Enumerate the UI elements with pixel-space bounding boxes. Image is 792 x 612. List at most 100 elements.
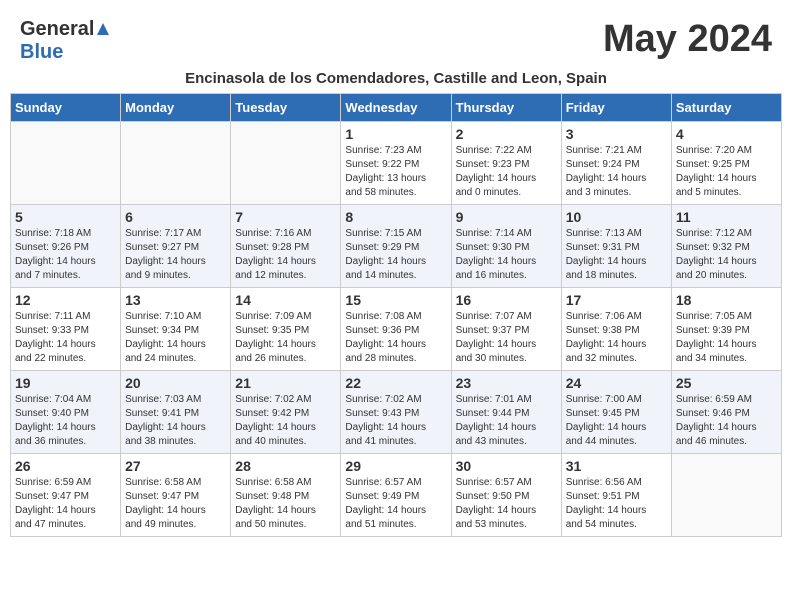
day-number: 5 [15,209,116,225]
day-header-saturday: Saturday [671,94,781,122]
logo-triangle-icon [97,23,109,35]
day-info: Sunrise: 7:02 AM Sunset: 9:42 PM Dayligh… [235,393,336,449]
day-info: Sunrise: 7:13 AM Sunset: 9:31 PM Dayligh… [566,227,667,283]
calendar-cell [11,122,121,205]
calendar-cell: 8Sunrise: 7:15 AM Sunset: 9:29 PM Daylig… [341,205,451,288]
day-header-sunday: Sunday [11,94,121,122]
day-number: 26 [15,458,116,474]
calendar-cell: 24 Sunrise: 7:00 AM Sunset: 9:45 PM Dayli… [561,371,671,454]
day-number: 24 [566,375,667,391]
day-header-tuesday: Tuesday [231,94,341,122]
day-number: 19 [15,375,116,391]
day-number: 21 [235,375,336,391]
day-number: 15 [345,292,446,308]
day-number: 28 [235,458,336,474]
day-header-friday: Friday [561,94,671,122]
logo-blue-text: Blue [20,41,63,63]
day-info: Sunrise: 7:03 AM Sunset: 9:41 PM Dayligh… [125,393,226,449]
calendar-cell [231,122,341,205]
day-info: Sunrise: 7:22 AM Sunset: 9:23 PM Dayligh… [456,144,557,200]
calendar-cell: 27 Sunrise: 6:58 AM Sunset: 9:47 PM Dayli… [121,454,231,537]
day-header-wednesday: Wednesday [341,94,451,122]
day-info: Sunrise: 6:59 AM Sunset: 9:47 PM Dayligh… [15,476,116,532]
day-header-monday: Monday [121,94,231,122]
calendar-cell: 13 Sunrise: 7:10 AM Sunset: 9:34 PM Dayli… [121,288,231,371]
calendar-cell [121,122,231,205]
day-info: Sunrise: 7:20 AM Sunset: 9:25 PM Dayligh… [676,144,777,200]
day-number: 2 [456,126,557,142]
day-info: Sunrise: 7:02 AM Sunset: 9:43 PM Dayligh… [345,393,446,449]
calendar-cell: 29 Sunrise: 6:57 AM Sunset: 9:49 PM Dayli… [341,454,451,537]
calendar-cell: 10 Sunrise: 7:13 AM Sunset: 9:31 PM Dayli… [561,205,671,288]
day-info: Sunrise: 6:58 AM Sunset: 9:48 PM Dayligh… [235,476,336,532]
day-number: 8 [345,209,446,225]
calendar-table: SundayMondayTuesdayWednesdayThursdayFrid… [10,93,782,537]
calendar-cell: 7 Sunrise: 7:16 AM Sunset: 9:28 PM Daylig… [231,205,341,288]
day-number: 1 [345,126,446,142]
day-number: 6 [125,209,226,225]
calendar-cell: 4 Sunrise: 7:20 AM Sunset: 9:25 PM Daylig… [671,122,781,205]
day-info: Sunrise: 7:14 AM Sunset: 9:30 PM Dayligh… [456,227,557,283]
day-number: 25 [676,375,777,391]
logo-general-text: General [20,18,94,41]
day-number: 7 [235,209,336,225]
day-number: 3 [566,126,667,142]
day-info: Sunrise: 7:06 AM Sunset: 9:38 PM Dayligh… [566,310,667,366]
day-info: Sunrise: 7:23 AM Sunset: 9:22 PM Dayligh… [345,144,446,200]
calendar-cell: 9 Sunrise: 7:14 AM Sunset: 9:30 PM Daylig… [451,205,561,288]
day-number: 22 [345,375,446,391]
calendar-cell: 31 Sunrise: 6:56 AM Sunset: 9:51 PM Dayli… [561,454,671,537]
calendar-cell: 22 Sunrise: 7:02 AM Sunset: 9:43 PM Dayli… [341,371,451,454]
calendar-cell: 16 Sunrise: 7:07 AM Sunset: 9:37 PM Dayli… [451,288,561,371]
calendar-cell: 25Sunrise: 6:59 AM Sunset: 9:46 PM Dayli… [671,371,781,454]
day-number: 30 [456,458,557,474]
day-info: Sunrise: 7:00 AM Sunset: 9:45 PM Dayligh… [566,393,667,449]
calendar-cell: 20 Sunrise: 7:03 AM Sunset: 9:41 PM Dayli… [121,371,231,454]
calendar-cell: 5Sunrise: 7:18 AM Sunset: 9:26 PM Daylig… [11,205,121,288]
day-info: Sunrise: 7:01 AM Sunset: 9:44 PM Dayligh… [456,393,557,449]
day-info: Sunrise: 7:12 AM Sunset: 9:32 PM Dayligh… [676,227,777,283]
page-header: General Blue May 2024 [10,10,782,68]
day-number: 20 [125,375,226,391]
day-header-thursday: Thursday [451,94,561,122]
calendar-cell: 14 Sunrise: 7:09 AM Sunset: 9:35 PM Dayli… [231,288,341,371]
day-number: 11 [676,209,777,225]
day-info: Sunrise: 7:05 AM Sunset: 9:39 PM Dayligh… [676,310,777,366]
calendar-cell: 1 Sunrise: 7:23 AM Sunset: 9:22 PM Daylig… [341,122,451,205]
day-number: 16 [456,292,557,308]
day-info: Sunrise: 7:08 AM Sunset: 9:36 PM Dayligh… [345,310,446,366]
day-number: 27 [125,458,226,474]
day-number: 13 [125,292,226,308]
page-subtitle: Encinasola de los Comendadores, Castille… [10,70,782,87]
calendar-cell: 17 Sunrise: 7:06 AM Sunset: 9:38 PM Dayli… [561,288,671,371]
day-info: Sunrise: 6:56 AM Sunset: 9:51 PM Dayligh… [566,476,667,532]
day-number: 10 [566,209,667,225]
month-year: May 2024 [603,18,772,61]
day-number: 23 [456,375,557,391]
day-info: Sunrise: 7:09 AM Sunset: 9:35 PM Dayligh… [235,310,336,366]
day-number: 14 [235,292,336,308]
day-info: Sunrise: 7:11 AM Sunset: 9:33 PM Dayligh… [15,310,116,366]
calendar-cell: 30 Sunrise: 6:57 AM Sunset: 9:50 PM Dayli… [451,454,561,537]
day-number: 29 [345,458,446,474]
day-number: 9 [456,209,557,225]
calendar-cell: 26 Sunrise: 6:59 AM Sunset: 9:47 PM Dayli… [11,454,121,537]
day-number: 4 [676,126,777,142]
day-info: Sunrise: 6:58 AM Sunset: 9:47 PM Dayligh… [125,476,226,532]
calendar-cell: 21 Sunrise: 7:02 AM Sunset: 9:42 PM Dayli… [231,371,341,454]
calendar-cell: 2 Sunrise: 7:22 AM Sunset: 9:23 PM Daylig… [451,122,561,205]
day-info: Sunrise: 7:16 AM Sunset: 9:28 PM Dayligh… [235,227,336,283]
day-info: Sunrise: 6:57 AM Sunset: 9:49 PM Dayligh… [345,476,446,532]
calendar-cell: 11 Sunrise: 7:12 AM Sunset: 9:32 PM Dayli… [671,205,781,288]
calendar-cell: 19 Sunrise: 7:04 AM Sunset: 9:40 PM Dayli… [11,371,121,454]
day-number: 12 [15,292,116,308]
calendar-cell: 6Sunrise: 7:17 AM Sunset: 9:27 PM Daylig… [121,205,231,288]
day-info: Sunrise: 7:10 AM Sunset: 9:34 PM Dayligh… [125,310,226,366]
day-info: Sunrise: 7:04 AM Sunset: 9:40 PM Dayligh… [15,393,116,449]
day-number: 17 [566,292,667,308]
day-info: Sunrise: 7:07 AM Sunset: 9:37 PM Dayligh… [456,310,557,366]
day-number: 31 [566,458,667,474]
logo: General Blue [20,18,109,64]
calendar-cell: 3Sunrise: 7:21 AM Sunset: 9:24 PM Daylig… [561,122,671,205]
day-info: Sunrise: 6:57 AM Sunset: 9:50 PM Dayligh… [456,476,557,532]
